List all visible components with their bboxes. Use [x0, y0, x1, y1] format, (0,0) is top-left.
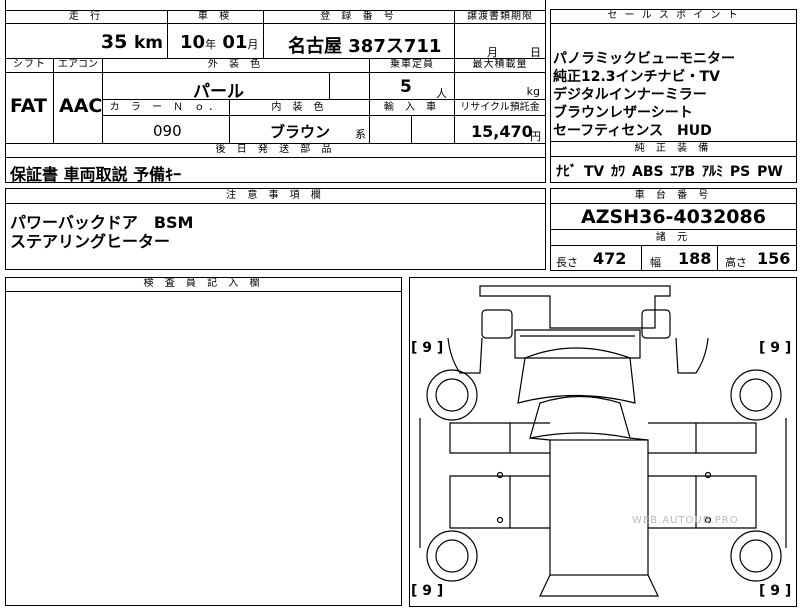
color-no-header: カ ラ ー Ｎ ｏ． — [102, 99, 230, 116]
specs-cell: 長さ 472 幅 188 高さ 156 — [550, 245, 797, 271]
note-line-2: ステアリングヒーター — [10, 232, 171, 251]
registration-header: 登 録 番 号 — [263, 10, 455, 24]
aircon-header: エアコン — [53, 58, 103, 73]
damage-tag-rear-right: [ 9 ] — [759, 583, 792, 599]
watermark: WEB.AUTOUB.PRO — [632, 515, 739, 526]
capacity-header: 乗車定員 — [369, 58, 455, 73]
sales-point-3: デジタルインナーミラー — [553, 87, 707, 103]
inspection-cell: 10年 01月 — [167, 23, 264, 59]
standard-equipment-header: 純 正 装 備 — [550, 141, 797, 157]
inspection-value: 10年 01月 — [180, 32, 259, 53]
sales-point-1: パノラミックビューモニター — [553, 51, 735, 67]
specs-header: 諸 元 — [550, 229, 797, 246]
interior-color-header: 内 装 色 — [229, 99, 370, 116]
later-parts-cell: 保証書 車両取説 予備ｷｰ — [5, 157, 546, 184]
equipment-list: ﾅﾋﾞ TV ｶﾜ ABS ｴｱB ｱﾙﾐ PS PW — [556, 164, 783, 180]
car-diagram-panel: [ 9 ] [ 9 ] [ 9 ] [ 9 ] WEB.AUTOUB.PRO — [409, 277, 797, 607]
mileage-value: 35 km — [100, 31, 163, 53]
standard-equipment-cell: ﾅﾋﾞ TV ｶﾜ ABS ｴｱB ｱﾙﾐ PS PW — [550, 156, 797, 183]
registration-value: 名古屋 387ス711 — [288, 36, 442, 57]
car-diagram — [419, 285, 787, 597]
import-cell-a — [369, 115, 412, 144]
damage-tag-rear-left: [ 9 ] — [411, 583, 444, 599]
inspector-header: 検 査 員 記 入 欄 — [5, 277, 402, 292]
exterior-color-cell: パール — [102, 72, 330, 102]
color-no-cell: 090 — [102, 115, 230, 144]
sales-point-cell: パノラミックビューモニター 純正12.3インチナビ・TV デジタルインナーミラー… — [550, 23, 797, 142]
inspection-header: 車 検 — [167, 10, 264, 24]
sales-point-4: ブラウンレザーシート — [553, 105, 693, 121]
sales-point-2: 純正12.3インチナビ・TV — [553, 69, 720, 85]
damage-tag-front-right: [ 9 ] — [759, 340, 792, 356]
shift-cell: FAT — [5, 72, 54, 144]
recycle-cell: 15,470 円 — [454, 115, 546, 144]
shift-value: FAT — [10, 95, 47, 117]
recycle-header: リサイクル預託金 — [454, 99, 546, 116]
inspector-cell — [5, 291, 402, 606]
import-cell-b — [411, 115, 455, 144]
aircon-value: AAC — [59, 95, 103, 117]
exterior-color-header: 外 装 色 — [102, 58, 370, 73]
later-parts-value: 保証書 車両取説 予備ｷｰ — [10, 165, 182, 184]
sales-point-header: セ ー ル ス ポ イ ン ト — [550, 9, 797, 24]
notes-header: 注 意 事 項 欄 — [5, 188, 546, 204]
registration-cell: 名古屋 387ス711 — [263, 23, 455, 59]
notes-cell: パワーバックドア BSM ステアリングヒーター — [5, 203, 546, 270]
capacity-cell: 5 人 — [369, 72, 455, 100]
shift-header: シフト — [5, 58, 54, 73]
damage-tag-front-left: [ 9 ] — [411, 340, 444, 356]
chassis-no-header: 車 台 番 号 — [550, 188, 797, 204]
transfer-deadline-cell: 月 日 — [454, 23, 546, 59]
max-load-header: 最大積載量 — [454, 58, 546, 73]
chassis-no-value: AZSH36-4032086 — [581, 206, 766, 228]
max-load-cell: kg — [454, 72, 546, 100]
aircon-cell: AAC — [53, 72, 103, 144]
sales-point-5: セーフティセンス HUD — [553, 123, 712, 139]
mileage-cell: 35 km — [5, 23, 168, 59]
import-header: 輸 入 車 — [369, 99, 455, 116]
transfer-deadline-header: 譲渡書類期限 — [454, 10, 546, 24]
color-no-value: 090 — [153, 122, 182, 140]
exterior-color-extra-cell — [329, 72, 370, 100]
chassis-no-cell: AZSH36-4032086 — [550, 203, 797, 230]
mileage-header: 走 行 — [5, 10, 168, 24]
interior-color-cell: ブラウン 系 — [229, 115, 370, 144]
later-parts-header: 後 日 発 送 部 品 — [5, 143, 546, 158]
